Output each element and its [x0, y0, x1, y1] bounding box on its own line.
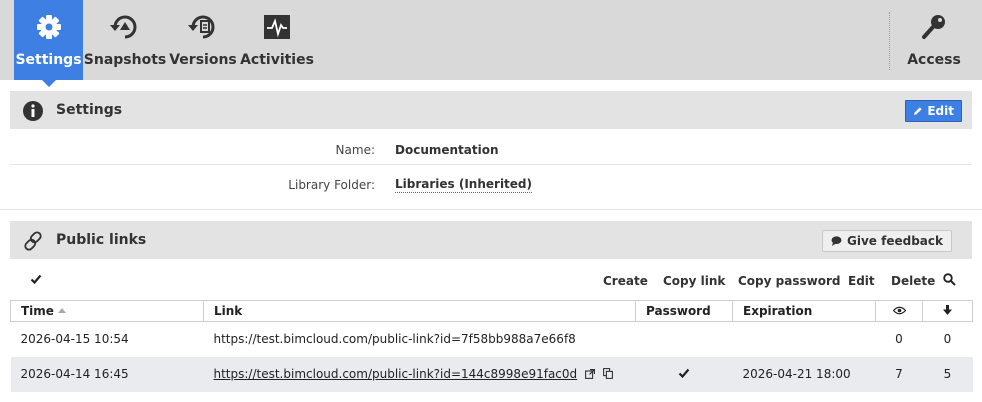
edit-link-button[interactable]: Edit — [848, 274, 875, 288]
activity-icon — [260, 10, 294, 44]
tab-activities-label: Activities — [240, 52, 314, 68]
tab-versions[interactable]: Versions — [169, 0, 237, 80]
nav-divider — [889, 12, 890, 70]
settings-section-header: Settings Edit — [10, 91, 972, 129]
public-links-toolbar: Create Copy link Copy password Edit Dele… — [10, 268, 972, 294]
setting-library-folder-key: Library Folder: — [288, 178, 375, 192]
create-link-button[interactable]: Create — [603, 274, 648, 288]
column-time-label: Time — [21, 304, 54, 318]
tab-activities[interactable]: Activities — [240, 0, 314, 80]
cell-expiration: 2026-04-21 18:00 — [732, 356, 876, 392]
column-expiration[interactable]: Expiration — [732, 300, 876, 322]
versions-icon — [186, 10, 220, 44]
cell-expiration — [733, 322, 876, 357]
search-icon[interactable] — [943, 273, 956, 289]
cell-downloads: 5 — [922, 356, 973, 392]
cell-link: https://test.bimcloud.com/public-link?id… — [213, 332, 576, 347]
column-password[interactable]: Password — [635, 300, 733, 322]
gear-icon — [32, 10, 66, 44]
column-link[interactable]: Link — [203, 300, 636, 322]
copy-password-button[interactable]: Copy password — [738, 274, 840, 288]
tab-settings[interactable]: Settings — [14, 0, 83, 80]
cell-downloads: 0 — [943, 332, 952, 347]
eye-icon — [892, 306, 906, 315]
public-links-section-header: Public links Give feedback — [10, 221, 972, 259]
link-icon — [22, 230, 44, 252]
give-feedback-button[interactable]: Give feedback — [822, 230, 952, 252]
setting-library-folder-row: Library Folder: Libraries (Inherited) — [10, 168, 972, 202]
copy-link-button[interactable]: Copy link — [663, 274, 725, 288]
cell-time: 2026-04-15 10:54 — [20, 332, 129, 347]
public-links-table: Time Link Password Expiration 2026-04-15… — [10, 300, 973, 392]
download-arrow-icon — [943, 305, 952, 315]
cell-time: 2026-04-14 16:45 — [10, 356, 204, 392]
tab-snapshots-label: Snapshots — [83, 52, 167, 68]
column-time[interactable]: Time — [10, 300, 204, 322]
column-downloads[interactable] — [922, 300, 973, 322]
setting-name-value: Documentation — [395, 143, 499, 157]
tab-snapshots[interactable]: Snapshots — [83, 0, 167, 80]
row-divider — [10, 164, 972, 165]
settings-title: Settings — [56, 102, 123, 118]
sort-ascending-icon — [57, 308, 66, 313]
table-header-row: Time Link Password Expiration — [10, 300, 973, 322]
table-row[interactable]: 2026-04-14 16:45 https://test.bimcloud.c… — [10, 356, 973, 392]
pencil-icon — [914, 107, 922, 115]
info-icon — [22, 100, 44, 122]
tab-access-label: Access — [907, 52, 961, 68]
open-external-icon[interactable] — [585, 368, 596, 382]
edit-button[interactable]: Edit — [905, 100, 962, 122]
column-views[interactable] — [875, 300, 923, 322]
select-all-checkmark-icon[interactable] — [30, 273, 44, 287]
edit-button-label: Edit — [927, 104, 954, 118]
snapshot-icon — [108, 10, 142, 44]
speech-bubble-icon — [831, 236, 842, 246]
copy-icon[interactable] — [603, 367, 614, 382]
tab-access[interactable]: Access — [900, 0, 968, 80]
checkmark-icon — [678, 368, 690, 379]
tab-versions-label: Versions — [169, 52, 237, 68]
cell-views: 0 — [895, 332, 903, 347]
tab-settings-label: Settings — [15, 52, 82, 68]
setting-name-row: Name: Documentation — [10, 133, 972, 167]
section-divider — [0, 209, 982, 210]
give-feedback-label: Give feedback — [847, 234, 943, 248]
cell-password — [636, 322, 733, 357]
cell-password — [635, 356, 733, 392]
key-icon — [917, 10, 951, 44]
cell-views: 7 — [875, 356, 923, 392]
public-links-title: Public links — [56, 232, 147, 248]
cell-link: https://test.bimcloud.com/public-link?id… — [203, 356, 636, 392]
public-link-url[interactable]: https://test.bimcloud.com/public-link?id… — [214, 367, 578, 381]
delete-link-button[interactable]: Delete — [891, 274, 935, 288]
table-row[interactable]: 2026-04-15 10:54 https://test.bimcloud.c… — [11, 322, 973, 357]
setting-name-key: Name: — [335, 143, 375, 157]
top-navigation: Settings Snapshots Versions Activities A… — [0, 0, 982, 80]
setting-library-folder-value[interactable]: Libraries (Inherited) — [395, 177, 533, 193]
